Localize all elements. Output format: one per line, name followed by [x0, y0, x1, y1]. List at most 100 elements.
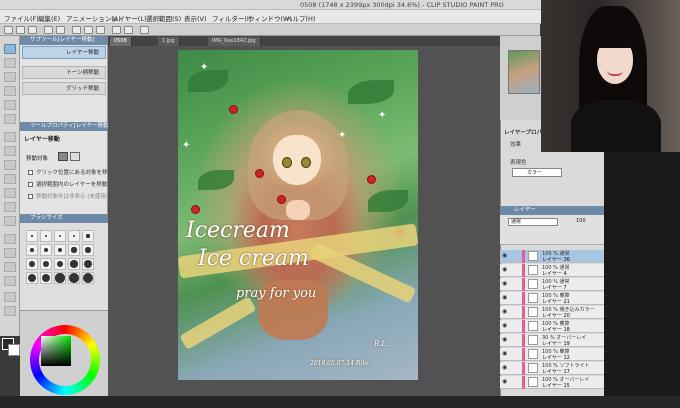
gradient-tool-icon[interactable]: [4, 248, 16, 258]
artwork-canvas[interactable]: ✦ ✦ ✦ ✦ Icecream Ice cream pray for you …: [178, 50, 418, 380]
option-hide-nontarget[interactable]: 移動対象外は非表示 (未使用): [28, 192, 108, 200]
pen-tool-icon[interactable]: [4, 132, 16, 142]
eraser-tool-icon[interactable]: [4, 202, 16, 212]
help-icon[interactable]: [140, 26, 149, 34]
layer-row[interactable]: ◉ 30 % オーバーレイ レイヤー 19: [500, 334, 604, 347]
menu-help[interactable]: ヘルプ(H): [286, 13, 315, 23]
brush-size-option[interactable]: [82, 230, 94, 242]
visibility-eye-icon[interactable]: ◉: [502, 295, 509, 301]
checkbox[interactable]: [28, 182, 33, 187]
layer-row[interactable]: ◉ 100 % 通常 レイヤー 4: [500, 264, 604, 277]
color-expression-select[interactable]: カラー: [512, 168, 562, 177]
navigator-thumbnail[interactable]: [508, 50, 540, 94]
brush-size-option[interactable]: [26, 272, 38, 284]
redo-icon[interactable]: [56, 26, 65, 34]
subtool-tone-move[interactable]: トーン柄移動: [22, 66, 106, 79]
undo-icon[interactable]: [44, 26, 53, 34]
checkbox[interactable]: [28, 170, 33, 175]
visibility-eye-icon[interactable]: ◉: [502, 365, 509, 371]
brush-size-option[interactable]: [54, 272, 66, 284]
brush-size-option[interactable]: [40, 258, 52, 270]
layer-opacity[interactable]: 100: [576, 218, 586, 224]
brush-size-option[interactable]: [82, 272, 94, 284]
move-tool-icon[interactable]: [4, 44, 16, 54]
checkbox[interactable]: [28, 194, 33, 199]
operation-tool-icon[interactable]: [4, 72, 16, 82]
move-target-option[interactable]: [58, 152, 68, 161]
brush-size-option[interactable]: [68, 230, 80, 242]
tab-img-jpg[interactable]: IMG_6ee1842.jpg: [208, 37, 261, 46]
brush-tool-icon[interactable]: [4, 160, 16, 170]
figure-tool-icon[interactable]: [4, 262, 16, 272]
layer-row[interactable]: ◉ 100 % 焼き込みカラー レイヤー 20: [500, 306, 604, 319]
balloon-tool-icon[interactable]: [4, 306, 16, 316]
color-wheel[interactable]: [30, 325, 100, 395]
frame-tool-icon[interactable]: [4, 276, 16, 286]
save-icon[interactable]: [28, 26, 37, 34]
move-target-option[interactable]: [70, 152, 80, 161]
visibility-eye-icon[interactable]: ◉: [502, 309, 509, 315]
menu-view[interactable]: 表示(V): [184, 13, 207, 23]
visibility-eye-icon[interactable]: ◉: [502, 379, 509, 385]
brush-size-option[interactable]: [26, 244, 38, 256]
new-file-icon[interactable]: [4, 26, 13, 34]
option-selection-layers[interactable]: 選択範囲内のレイヤーを移動: [28, 180, 107, 188]
eyedropper-tool-icon[interactable]: [4, 114, 16, 124]
menu-selection[interactable]: 選択範囲(S): [146, 13, 181, 23]
selection-tool-icon[interactable]: [4, 86, 16, 96]
visibility-eye-icon[interactable]: ◉: [502, 337, 509, 343]
blend-tool-icon[interactable]: [4, 216, 16, 226]
menu-filter[interactable]: フィルター(I): [212, 13, 251, 23]
option-click-target[interactable]: クリック位置にある対象を移動: [28, 168, 113, 176]
layer-row[interactable]: ◉ 100 % 通常 レイヤー 36: [500, 250, 604, 263]
menu-file[interactable]: ファイル(F): [4, 13, 39, 23]
brush-size-option[interactable]: [82, 258, 94, 270]
brush-size-option[interactable]: [68, 244, 80, 256]
brush-size-option[interactable]: [54, 230, 66, 242]
layer-row[interactable]: ◉ 100 % 通常 レイヤー 7: [500, 278, 604, 291]
brush-size-option[interactable]: [26, 258, 38, 270]
leaf-shape: [348, 80, 394, 104]
brush-size-option[interactable]: [68, 258, 80, 270]
blend-mode-select[interactable]: 通常: [508, 218, 558, 226]
visibility-eye-icon[interactable]: ◉: [502, 253, 509, 259]
brush-size-option[interactable]: [40, 244, 52, 256]
visibility-eye-icon[interactable]: ◉: [502, 281, 509, 287]
subtool-grid-move[interactable]: グリッド移動: [22, 82, 106, 95]
deselect-icon[interactable]: [112, 26, 121, 34]
brush-size-option[interactable]: [26, 230, 38, 242]
tab-0508[interactable]: 0508: [110, 37, 132, 46]
zoom-tool-icon[interactable]: [4, 58, 16, 68]
subtool-layer-move[interactable]: レイヤー移動: [22, 46, 106, 59]
menu-edit[interactable]: 編集(E): [38, 13, 60, 23]
layer-row[interactable]: ◉ 100 % 乗算 レイヤー 12: [500, 348, 604, 361]
fill-icon[interactable]: [84, 26, 93, 34]
layer-row[interactable]: ◉ 100 % 乗算 レイヤー 18: [500, 320, 604, 333]
sub-color-swatch[interactable]: [8, 344, 20, 356]
transform-icon[interactable]: [96, 26, 105, 34]
open-file-icon[interactable]: [16, 26, 25, 34]
brush-size-option[interactable]: [82, 244, 94, 256]
pencil-tool-icon[interactable]: [4, 146, 16, 156]
auto-select-tool-icon[interactable]: [4, 100, 16, 110]
brush-size-option[interactable]: [40, 230, 52, 242]
crop-icon[interactable]: [124, 26, 133, 34]
airbrush-tool-icon[interactable]: [4, 174, 16, 184]
visibility-eye-icon[interactable]: ◉: [502, 351, 509, 357]
layer-row[interactable]: ◉ 100 % 乗算 レイヤー 21: [500, 292, 604, 305]
fill-tool-icon[interactable]: [4, 234, 16, 244]
text-tool-icon[interactable]: [4, 292, 16, 302]
brush-size-option[interactable]: [68, 272, 80, 284]
layer-row[interactable]: ◉ 100 % ソフトライト レイヤー 17: [500, 362, 604, 375]
decoration-tool-icon[interactable]: [4, 188, 16, 198]
layer-row[interactable]: ◉ 100 % オーバーレイ レイヤー 15: [500, 376, 604, 389]
brush-size-option[interactable]: [54, 258, 66, 270]
saturation-value-square[interactable]: [41, 336, 71, 366]
tab-1-jpg[interactable]: 1.jpg: [158, 37, 180, 46]
brush-size-option[interactable]: [54, 244, 66, 256]
delete-icon[interactable]: [72, 26, 81, 34]
visibility-eye-icon[interactable]: ◉: [502, 267, 509, 273]
visibility-eye-icon[interactable]: ◉: [502, 323, 509, 329]
brush-size-option[interactable]: [40, 272, 52, 284]
menu-layer[interactable]: レイヤー(L): [112, 13, 147, 23]
